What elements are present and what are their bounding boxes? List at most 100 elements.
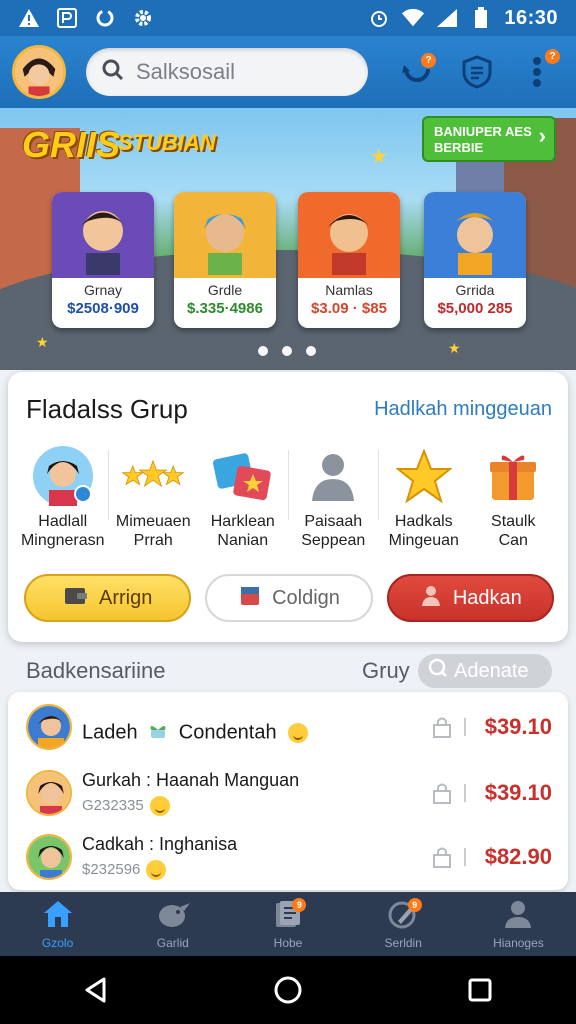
home-icon (42, 899, 74, 934)
system-nav-bar (0, 956, 576, 1024)
emoji-icon (146, 860, 167, 880)
status-bar: 16:30 (0, 0, 576, 36)
notification-badge: ? (421, 53, 436, 68)
amount: $82.90 (484, 844, 552, 869)
lock-icon[interactable] (432, 846, 452, 868)
character-portrait (52, 192, 154, 278)
nav-item-serldin[interactable]: 9 Serldin (346, 892, 461, 956)
shortcut-item[interactable]: Hadlall Mingnerasn (18, 444, 108, 564)
list-item-subtitle: $232596 (82, 860, 167, 880)
nav-label: Gzolo (41, 935, 74, 950)
plant-icon (147, 720, 169, 746)
coldign-button[interactable]: Coldign (205, 574, 373, 622)
banner-cards: Grnay $2508·909 Grdle $.335·4986 Namlas … (50, 192, 530, 332)
arrign-button[interactable]: Arrign (24, 574, 192, 622)
user-avatar[interactable] (12, 45, 66, 99)
list-item[interactable]: Ladeh Condentah $39.10 (8, 696, 568, 758)
star-icon: ★ (36, 334, 49, 350)
profile-avatar-icon (31, 444, 95, 508)
list-item[interactable]: Cadkah : Inghanisa $232596 $82.90 (8, 826, 568, 888)
character-name: Grnay (83, 282, 123, 298)
divider (464, 784, 466, 802)
character-name: Grdle (207, 282, 243, 298)
shortcut-label: Harklean Nanian (210, 513, 275, 549)
carousel-dot[interactable] (258, 346, 268, 356)
star-icon: ★ (370, 146, 388, 168)
divider (464, 848, 466, 866)
shortcut-item[interactable]: Hadkals Mingeuan (379, 444, 469, 564)
lock-icon[interactable] (432, 716, 452, 738)
character-card[interactable]: Namlas $3.09 · $85 (298, 192, 400, 328)
lock-icon[interactable] (432, 782, 452, 804)
nav-item-hobe[interactable]: 9 Hobe (230, 892, 345, 956)
adenate-label: Adenate (454, 659, 529, 682)
nav-label: Garlid (156, 935, 189, 950)
list-item-title: Ladeh Condentah (82, 720, 309, 746)
more-badge: ? (545, 49, 560, 64)
carousel-dot[interactable] (306, 346, 316, 356)
gear-icon (132, 7, 154, 29)
character-price: $3.09 · $85 (311, 300, 387, 317)
three-stars-icon (121, 444, 185, 508)
back-icon[interactable] (76, 970, 116, 1010)
ranking-filter-label[interactable]: Gruy (362, 658, 410, 684)
nav-label: Hianoges (493, 935, 544, 950)
nav-badge: 9 (292, 898, 307, 912)
gift-boxes-icon (211, 444, 275, 508)
avatar (26, 770, 72, 816)
list-item-subtitle: G232335 (82, 796, 170, 816)
nav-badge: 9 (407, 898, 422, 912)
search-bar[interactable]: Salksosail (86, 48, 368, 96)
emoji-icon (149, 796, 170, 816)
recents-icon[interactable] (460, 970, 500, 1010)
list-item[interactable]: Gurkah : Haanah Manguan G232335 $39.10 (8, 762, 568, 824)
shortcut-label: Staulk Can (491, 513, 536, 549)
signal-icon (436, 7, 458, 29)
group-shortcuts: Hadlall Mingnerasn Mimeuaen Prrah Harklean… (18, 444, 558, 564)
character-card[interactable]: Grrida $5,000 285 (424, 192, 526, 328)
chevron-right-icon: › (538, 123, 546, 148)
wallet-icon (63, 584, 89, 612)
character-portrait (174, 192, 276, 278)
divider (464, 718, 466, 736)
more-menu-button[interactable]: ? (518, 49, 560, 91)
character-card[interactable]: Grnay $2508·909 (52, 192, 154, 328)
ranking-list: Ladeh Condentah $39.10 Gurkah : Haanah M… (8, 692, 568, 890)
star-icon: ★ (448, 340, 461, 356)
character-portrait (424, 192, 526, 278)
bottom-nav: Gzolo Garlid 9 Hobe 9 Serldin Hianoges (0, 892, 576, 956)
shortcut-item[interactable]: Staulk Can (469, 444, 559, 564)
hadkan-button[interactable]: Hadkan (386, 574, 554, 622)
shortcut-label: Mimeuaen Prrah (115, 513, 191, 549)
group-panel: Fladalss Grup Hadlkah minggeuan Hadlall M… (8, 372, 568, 642)
nav-item-home[interactable]: Gzolo (0, 892, 115, 956)
emoji-icon (288, 723, 309, 743)
shortcut-item[interactable]: Paisaah Seppean (289, 444, 379, 564)
group-actions: Arrign Coldign Hadkan (24, 574, 554, 624)
search-icon (102, 59, 124, 86)
banner-cta-button[interactable]: BANIUPER AES BERBIE › (422, 116, 556, 162)
gift-icon (481, 444, 545, 508)
shortcut-item[interactable]: Harklean Nanian (198, 444, 288, 564)
carousel-indicator[interactable] (258, 346, 316, 356)
shortcut-item[interactable]: Mimeuaen Prrah (109, 444, 199, 564)
promo-banner[interactable]: GRIIS STUBIAN BANIUPER AES BERBIE › ★ ★ … (0, 108, 576, 370)
banner-cta-label: BANIUPER AES BERBIE (434, 124, 532, 155)
character-card[interactable]: Grdle $.335·4986 (174, 192, 276, 328)
nav-item-garlid[interactable]: Garlid (115, 892, 230, 956)
clock: 16:30 (504, 6, 558, 29)
group-panel-link[interactable]: Hadlkah minggeuan (374, 398, 552, 421)
list-item-title: Cadkah : Inghanisa (82, 834, 238, 854)
box-icon (238, 583, 262, 613)
search-input[interactable]: Salksosail (136, 59, 235, 85)
p-app-icon (56, 7, 78, 29)
carousel-dot[interactable] (282, 346, 292, 356)
arrign-label: Arrign (98, 586, 153, 609)
home-circle-icon[interactable] (268, 970, 308, 1010)
adenate-button[interactable]: Adenate (418, 654, 552, 688)
nav-item-profile[interactable]: Hianoges (461, 892, 576, 956)
shield-button[interactable] (458, 53, 496, 91)
character-price: $5,000 285 (437, 300, 513, 317)
amount: $39.10 (484, 714, 552, 739)
notifications-button[interactable]: ? (398, 53, 436, 91)
